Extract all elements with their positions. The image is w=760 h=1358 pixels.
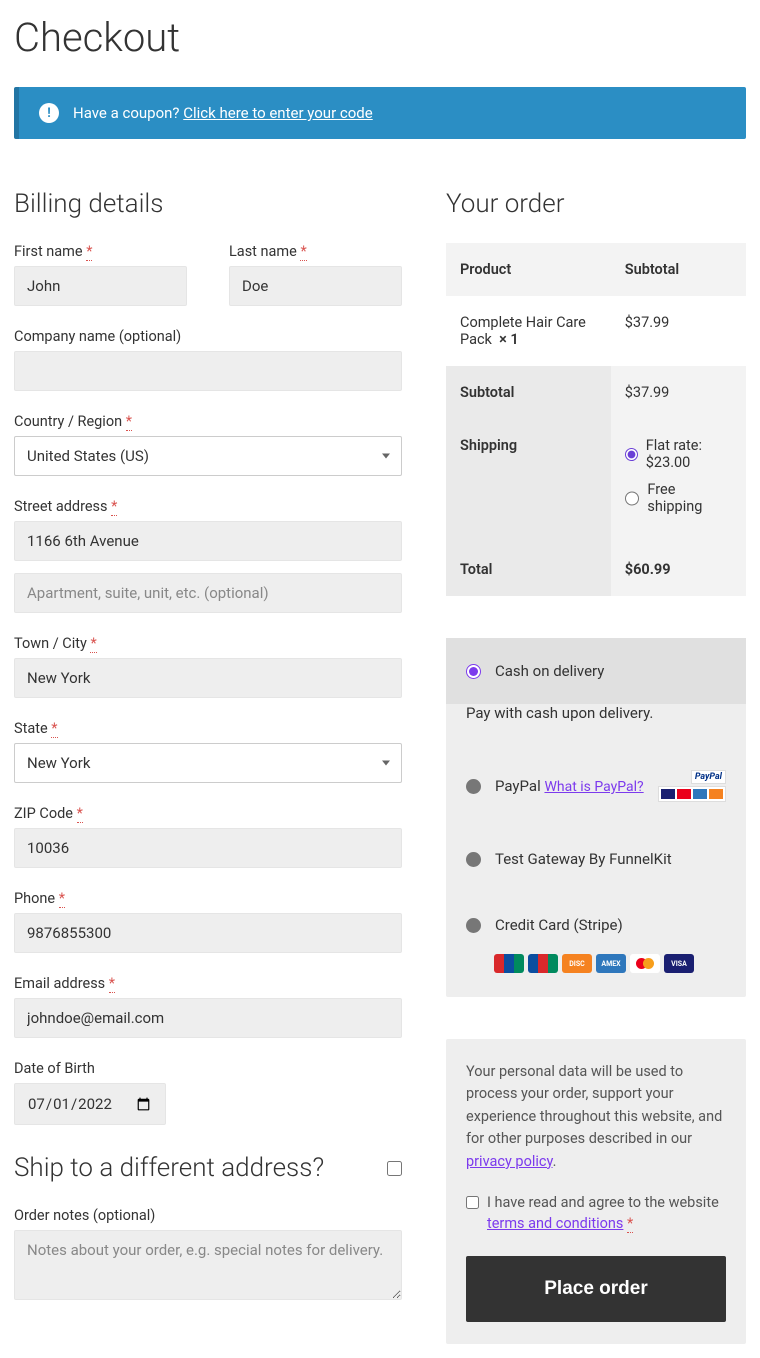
coupon-notice: ! Have a coupon? Click here to enter you… [14, 87, 746, 139]
ship-different-checkbox[interactable] [387, 1161, 402, 1176]
street-label: Street address * [14, 498, 402, 515]
total-label: Total [446, 543, 611, 596]
payment-methods: Cash on delivery Pay with cash upon deli… [446, 638, 746, 997]
phone-label: Phone * [14, 890, 402, 907]
coupon-text: Have a coupon? Click here to enter your … [73, 104, 373, 122]
pm-radio-stripe[interactable] [466, 918, 481, 933]
order-notes-label: Order notes (optional) [14, 1207, 402, 1224]
visa-icon: VISA [664, 954, 694, 973]
unionpay-icon [494, 954, 524, 973]
country-label: Country / Region * [14, 413, 402, 430]
discover-icon: DISC [562, 954, 592, 973]
mastercard-icon [630, 954, 660, 973]
subtotal-value: $37.99 [611, 366, 746, 419]
state-select[interactable]: New York [14, 743, 402, 783]
subtotal-label: Subtotal [446, 366, 611, 419]
payment-method-stripe[interactable]: Credit Card (Stripe) DISC AMEX VISA [446, 892, 746, 997]
phone-input[interactable] [14, 913, 402, 953]
street2-input[interactable] [14, 573, 402, 613]
pm-label-funnelkit: Test Gateway By FunnelKit [495, 850, 672, 868]
coupon-prompt: Have a coupon? [73, 104, 180, 122]
item-qty: × 1 [499, 331, 519, 348]
payment-method-paypal[interactable]: PayPal What is PayPal? PayPal [446, 746, 746, 826]
country-select[interactable]: United States (US) [14, 436, 402, 476]
last-name-input[interactable] [229, 266, 402, 306]
company-label: Company name (optional) [14, 328, 402, 345]
pm-label-cod: Cash on delivery [495, 662, 604, 680]
coupon-link[interactable]: Click here to enter your code [183, 104, 372, 122]
terms-link[interactable]: terms and conditions [487, 1215, 623, 1232]
terms-checkbox[interactable] [466, 1196, 479, 1209]
paypal-mark-icon: PayPal [658, 770, 726, 802]
pm-radio-funnelkit[interactable] [466, 852, 481, 867]
payment-method-funnelkit[interactable]: Test Gateway By FunnelKit [446, 826, 746, 892]
privacy-text: Your personal data will be used to proce… [466, 1061, 726, 1173]
last-name-label: Last name * [229, 243, 402, 260]
pm-radio-paypal[interactable] [466, 779, 481, 794]
shipping-flat-label: Flat rate: $23.00 [646, 437, 732, 471]
pm-label-paypal: PayPal What is PayPal? [495, 777, 644, 795]
zip-input[interactable] [14, 828, 402, 868]
ship-different-heading: Ship to a different address? [14, 1153, 402, 1183]
total-value: $60.99 [625, 561, 671, 578]
privacy-terms-box: Your personal data will be used to proce… [446, 1039, 746, 1344]
email-label: Email address * [14, 975, 402, 992]
zip-label: ZIP Code * [14, 805, 402, 822]
first-name-label: First name * [14, 243, 187, 260]
billing-heading: Billing details [14, 189, 402, 219]
dob-input[interactable] [14, 1083, 166, 1125]
shipping-label: Shipping [446, 419, 611, 543]
col-product: Product [446, 243, 611, 296]
email-input[interactable] [14, 998, 402, 1038]
order-notes-textarea[interactable] [14, 1230, 402, 1300]
item-subtotal: $37.99 [611, 296, 746, 366]
table-row: Complete Hair Care Pack × 1 $37.99 [446, 296, 746, 366]
info-icon: ! [39, 103, 59, 123]
jcb-icon [528, 954, 558, 973]
pm-label-stripe: Credit Card (Stripe) [495, 916, 623, 934]
shipping-radio-free[interactable] [625, 491, 640, 506]
payment-method-cod[interactable]: Cash on delivery [446, 638, 746, 704]
shipping-free-label: Free shipping [647, 481, 732, 515]
item-name: Complete Hair Care Pack [460, 314, 586, 348]
col-subtotal: Subtotal [611, 243, 746, 296]
pm-desc-cod: Pay with cash upon delivery. [446, 704, 746, 746]
pm-radio-cod[interactable] [466, 664, 481, 679]
company-input[interactable] [14, 351, 402, 391]
shipping-radio-flat[interactable] [625, 447, 638, 462]
place-order-button[interactable]: Place order [466, 1256, 726, 1322]
city-label: Town / City * [14, 635, 402, 652]
city-input[interactable] [14, 658, 402, 698]
order-review-table: Product Subtotal Complete Hair Care Pack… [446, 243, 746, 596]
privacy-policy-link[interactable]: privacy policy [466, 1153, 553, 1170]
paypal-help-link[interactable]: What is PayPal? [544, 779, 643, 795]
state-label: State * [14, 720, 402, 737]
dob-label: Date of Birth [14, 1060, 402, 1077]
order-heading: Your order [446, 189, 746, 219]
amex-icon: AMEX [596, 954, 626, 973]
terms-text: I have read and agree to the website ter… [487, 1193, 726, 1234]
page-title: Checkout [14, 14, 746, 61]
first-name-input[interactable] [14, 266, 187, 306]
street1-input[interactable] [14, 521, 402, 561]
